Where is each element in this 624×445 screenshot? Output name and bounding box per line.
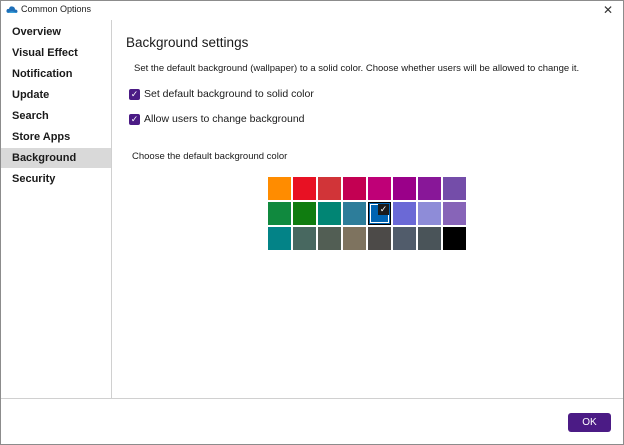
color-picker-label: Choose the default background color xyxy=(132,151,288,162)
main-content: Background settings Set the default back… xyxy=(112,20,623,398)
close-icon: ✕ xyxy=(602,3,614,17)
sidebar-item-background[interactable]: Background xyxy=(1,148,111,168)
color-swatch[interactable] xyxy=(318,227,341,250)
color-swatch[interactable] xyxy=(318,177,341,200)
checkmark-icon: ✓ xyxy=(130,88,139,99)
solid-color-checkbox[interactable]: ✓ xyxy=(129,88,140,100)
solid-color-checkbox-row[interactable]: ✓ Set default background to solid color xyxy=(129,87,314,101)
color-swatch[interactable] xyxy=(293,227,316,250)
selected-checkmark-icon: ✓ xyxy=(378,204,389,215)
color-swatch[interactable] xyxy=(393,227,416,250)
solid-color-checkbox-label[interactable]: Set default background to solid color xyxy=(144,88,314,100)
color-swatch[interactable] xyxy=(443,177,466,200)
common-options-window: Common Options ✕ Overview Visual Effect … xyxy=(0,0,624,445)
color-swatch[interactable] xyxy=(293,202,316,225)
color-swatch[interactable] xyxy=(418,177,441,200)
allow-change-checkbox[interactable]: ✓ xyxy=(129,113,140,125)
color-swatch[interactable] xyxy=(343,227,366,250)
sidebar-item-security[interactable]: Security xyxy=(1,169,111,189)
sidebar-item-notification[interactable]: Notification xyxy=(1,64,111,84)
color-swatch[interactable] xyxy=(268,227,291,250)
allow-change-checkbox-row[interactable]: ✓ Allow users to change background xyxy=(129,112,305,126)
checkmark-icon: ✓ xyxy=(130,113,139,124)
color-swatch[interactable] xyxy=(268,202,291,225)
app-cloud-icon xyxy=(6,6,18,13)
sidebar-item-store-apps[interactable]: Store Apps xyxy=(1,127,111,147)
sidebar-item-visual-effect[interactable]: Visual Effect xyxy=(1,43,111,63)
window-title: Common Options xyxy=(21,4,92,14)
color-swatch[interactable] xyxy=(418,227,441,250)
color-swatch[interactable] xyxy=(268,177,291,200)
ok-button[interactable]: OK xyxy=(568,413,611,432)
color-swatch[interactable] xyxy=(393,177,416,200)
color-swatch[interactable] xyxy=(368,177,391,200)
color-swatch[interactable]: ✓ xyxy=(368,202,391,225)
color-swatch[interactable] xyxy=(318,202,341,225)
color-swatch[interactable] xyxy=(418,202,441,225)
color-swatch[interactable] xyxy=(343,202,366,225)
color-swatch[interactable] xyxy=(393,202,416,225)
color-swatch[interactable] xyxy=(368,227,391,250)
sidebar-item-overview[interactable]: Overview xyxy=(1,22,111,42)
color-swatch[interactable] xyxy=(343,177,366,200)
page-title: Background settings xyxy=(126,35,249,50)
color-swatch[interactable] xyxy=(293,177,316,200)
description-text: Set the default background (wallpaper) t… xyxy=(134,63,580,74)
title-bar: Common Options ✕ xyxy=(1,1,623,19)
allow-change-checkbox-label[interactable]: Allow users to change background xyxy=(144,113,305,125)
sidebar-item-update[interactable]: Update xyxy=(1,85,111,105)
sidebar-item-search[interactable]: Search xyxy=(1,106,111,126)
color-swatch[interactable] xyxy=(443,202,466,225)
color-swatch[interactable] xyxy=(443,227,466,250)
sidebar: Overview Visual Effect Notification Upda… xyxy=(1,20,112,398)
footer-divider xyxy=(1,398,623,399)
close-button[interactable]: ✕ xyxy=(593,1,623,19)
